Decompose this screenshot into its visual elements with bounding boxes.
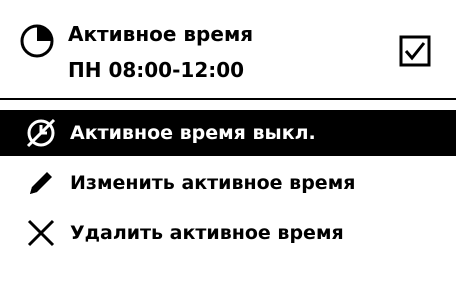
active-time-menu: Активное время выкл. Изменить активное в… <box>0 110 456 258</box>
clock-icon <box>20 24 54 58</box>
menu-item-edit-active-time[interactable]: Изменить активное время <box>0 158 456 208</box>
menu-item-label: Удалить активное время <box>70 222 344 244</box>
cross-icon <box>27 219 55 247</box>
menu-item-disable-active-time[interactable]: Активное время выкл. <box>0 110 456 156</box>
active-time-checkbox[interactable] <box>398 34 432 68</box>
menu-item-label: Изменить активное время <box>70 172 356 194</box>
active-time-title: Активное время <box>68 22 254 46</box>
menu-item-label: Активное время выкл. <box>70 122 316 144</box>
active-time-header: Активное время ПН 08:00-12:00 <box>0 0 456 100</box>
disabled-clock-icon <box>26 118 56 148</box>
active-time-schedule: ПН 08:00-12:00 <box>68 58 245 82</box>
pencil-icon <box>30 172 52 194</box>
menu-item-delete-active-time[interactable]: Удалить активное время <box>0 208 456 258</box>
